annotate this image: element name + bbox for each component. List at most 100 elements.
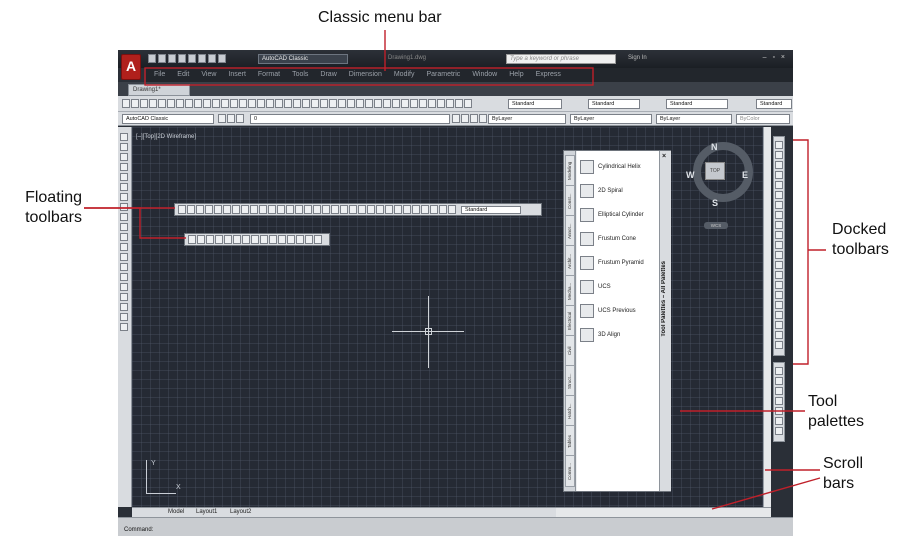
open-icon[interactable] xyxy=(158,54,166,63)
floating-dim-style-select[interactable]: Standard xyxy=(461,206,521,214)
tool-icon[interactable] xyxy=(295,205,303,214)
explode-icon[interactable] xyxy=(775,311,783,319)
palette-tab[interactable]: Modeling xyxy=(565,155,575,187)
make-block-icon[interactable] xyxy=(120,253,128,261)
wcs-menu[interactable]: WCS xyxy=(704,222,728,229)
offset-icon[interactable] xyxy=(775,171,783,179)
tool-icon[interactable] xyxy=(167,99,175,108)
tool-icon[interactable] xyxy=(338,99,346,108)
search-input[interactable]: Type a keyword or phrase xyxy=(506,54,616,64)
tool-icon[interactable] xyxy=(421,205,429,214)
tool-icon[interactable] xyxy=(158,99,166,108)
menu-item-modify[interactable]: Modify xyxy=(388,70,421,80)
tool-icon[interactable] xyxy=(275,99,283,108)
tool-icon[interactable] xyxy=(236,114,244,123)
mirror-icon[interactable] xyxy=(775,161,783,169)
palette-tab[interactable]: Const... xyxy=(565,185,575,217)
tool-icon[interactable] xyxy=(242,235,250,244)
polyline-icon[interactable] xyxy=(120,153,128,161)
move-icon[interactable] xyxy=(775,191,783,199)
line-icon[interactable] xyxy=(120,133,128,141)
tool-icon[interactable] xyxy=(446,99,454,108)
tool-icon[interactable] xyxy=(394,205,402,214)
floating-toolbar-dimension[interactable]: Standard xyxy=(174,203,542,216)
palette-item[interactable]: 3D Align xyxy=(580,325,620,345)
tool-icon[interactable] xyxy=(214,205,222,214)
hatch-icon[interactable] xyxy=(120,273,128,281)
tool-icon[interactable] xyxy=(452,114,460,123)
window-controls[interactable]: – ▫ × xyxy=(763,54,787,61)
vertical-scrollbar[interactable] xyxy=(763,127,771,507)
tool-icon[interactable] xyxy=(428,99,436,108)
tool-icon[interactable] xyxy=(448,205,456,214)
tool-icon[interactable] xyxy=(775,367,783,375)
tool-icon[interactable] xyxy=(479,114,487,123)
explode-icon[interactable] xyxy=(775,341,783,349)
palette-tab[interactable]: Annot... xyxy=(565,215,575,247)
explode-icon[interactable] xyxy=(775,321,783,329)
tool-icon[interactable] xyxy=(430,205,438,214)
tool-icon[interactable] xyxy=(304,205,312,214)
menu-item-tools[interactable]: Tools xyxy=(286,70,314,80)
tool-icon[interactable] xyxy=(367,205,375,214)
workspace-icon[interactable] xyxy=(218,54,226,63)
explode-icon[interactable] xyxy=(775,331,783,339)
rectangle-icon[interactable] xyxy=(120,173,128,181)
palette-tab[interactable]: Electrical xyxy=(565,305,575,337)
tool-icon[interactable] xyxy=(178,205,186,214)
palette-title-bar[interactable]: Tool Palettes – All Palettes xyxy=(659,151,671,491)
menu-item-draw[interactable]: Draw xyxy=(314,70,342,80)
tool-icon[interactable] xyxy=(374,99,382,108)
menu-item-format[interactable]: Format xyxy=(252,70,286,80)
drawing-area[interactable] xyxy=(132,127,768,507)
tool-icon[interactable] xyxy=(140,99,148,108)
tool-icon[interactable] xyxy=(311,99,319,108)
compass-south[interactable]: S xyxy=(712,198,718,208)
circle-icon[interactable] xyxy=(120,193,128,201)
tool-icon[interactable] xyxy=(347,99,355,108)
tool-icon[interactable] xyxy=(419,99,427,108)
trim-icon[interactable] xyxy=(775,231,783,239)
tool-icon[interactable] xyxy=(223,205,231,214)
tab-layout2[interactable]: Layout2 xyxy=(230,509,251,515)
tool-icon[interactable] xyxy=(412,205,420,214)
tool-icon[interactable] xyxy=(218,114,226,123)
tool-icon[interactable] xyxy=(383,99,391,108)
viewport-label[interactable]: [–][Top][2D Wireframe] xyxy=(136,134,196,140)
new-icon[interactable] xyxy=(148,54,156,63)
polygon-icon[interactable] xyxy=(120,163,128,171)
tool-icon[interactable] xyxy=(278,235,286,244)
plot-icon[interactable] xyxy=(188,54,196,63)
region-icon[interactable] xyxy=(120,293,128,301)
tool-icon[interactable] xyxy=(227,114,235,123)
table-style-select[interactable]: Standard xyxy=(666,99,728,109)
copy-icon[interactable] xyxy=(775,151,783,159)
tool-icon[interactable] xyxy=(775,417,783,425)
tool-icon[interactable] xyxy=(437,99,445,108)
construction-line-icon[interactable] xyxy=(120,143,128,151)
tool-icon[interactable] xyxy=(329,99,337,108)
save-icon[interactable] xyxy=(168,54,176,63)
explode-icon[interactable] xyxy=(775,301,783,309)
redo-icon[interactable] xyxy=(208,54,216,63)
ellipse-arc-icon[interactable] xyxy=(120,233,128,241)
layer-select[interactable]: 0 xyxy=(250,114,450,124)
tool-icon[interactable] xyxy=(287,235,295,244)
tool-icon[interactable] xyxy=(269,235,277,244)
chamfer-icon[interactable] xyxy=(775,271,783,279)
tool-icon[interactable] xyxy=(349,205,357,214)
tool-icon[interactable] xyxy=(277,205,285,214)
undo-icon[interactable] xyxy=(198,54,206,63)
tool-icon[interactable] xyxy=(259,205,267,214)
viewcube-top[interactable]: TOP xyxy=(705,162,725,180)
tool-icon[interactable] xyxy=(410,99,418,108)
menu-item-express[interactable]: Express xyxy=(530,70,567,80)
gradient-icon[interactable] xyxy=(120,283,128,291)
arc-icon[interactable] xyxy=(120,183,128,191)
workspace-select-2[interactable]: AutoCAD Classic xyxy=(122,114,214,124)
extend-icon[interactable] xyxy=(775,241,783,249)
table-icon[interactable] xyxy=(120,303,128,311)
tool-icon[interactable] xyxy=(233,235,241,244)
tool-icon[interactable] xyxy=(250,205,258,214)
lineweight-select[interactable]: ByLayer xyxy=(656,114,732,124)
